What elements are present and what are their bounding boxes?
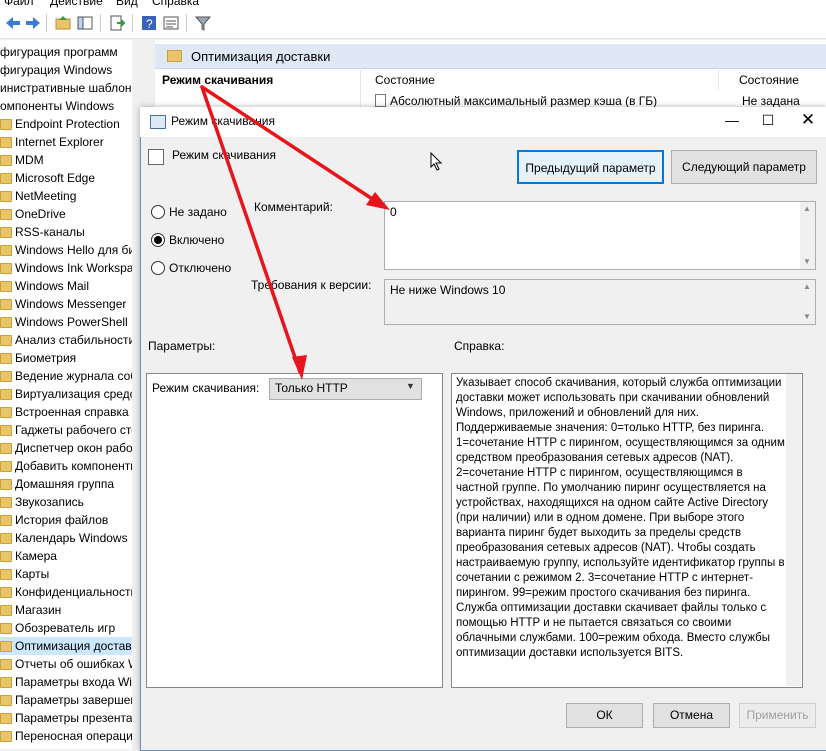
annotation-arrowhead (292, 355, 307, 380)
annotation-arrow-to-download-mode (200, 85, 302, 374)
annotation-arrow-to-comment (200, 85, 382, 206)
annotation-arrowhead (366, 192, 390, 210)
annotation-arrows (200, 85, 390, 380)
